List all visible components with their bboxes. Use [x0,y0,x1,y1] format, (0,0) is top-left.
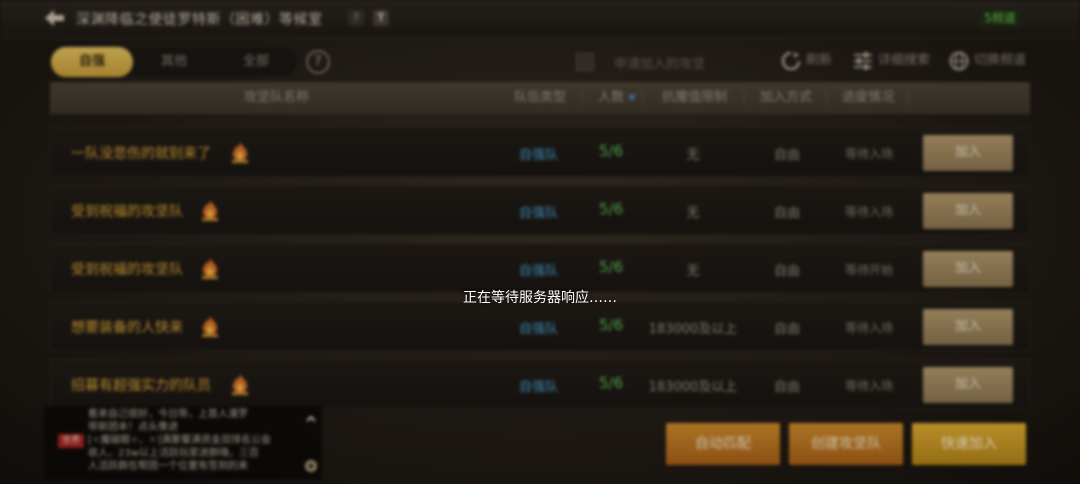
loading-overlay [0,0,1080,484]
game-screen: 深渊降临之使徒罗特斯（困难）等候室 ? T 5频道 自强 其他 全部 ? 申请加… [0,0,1080,484]
waiting-message: 正在等待服务器响应…… [463,290,617,306]
